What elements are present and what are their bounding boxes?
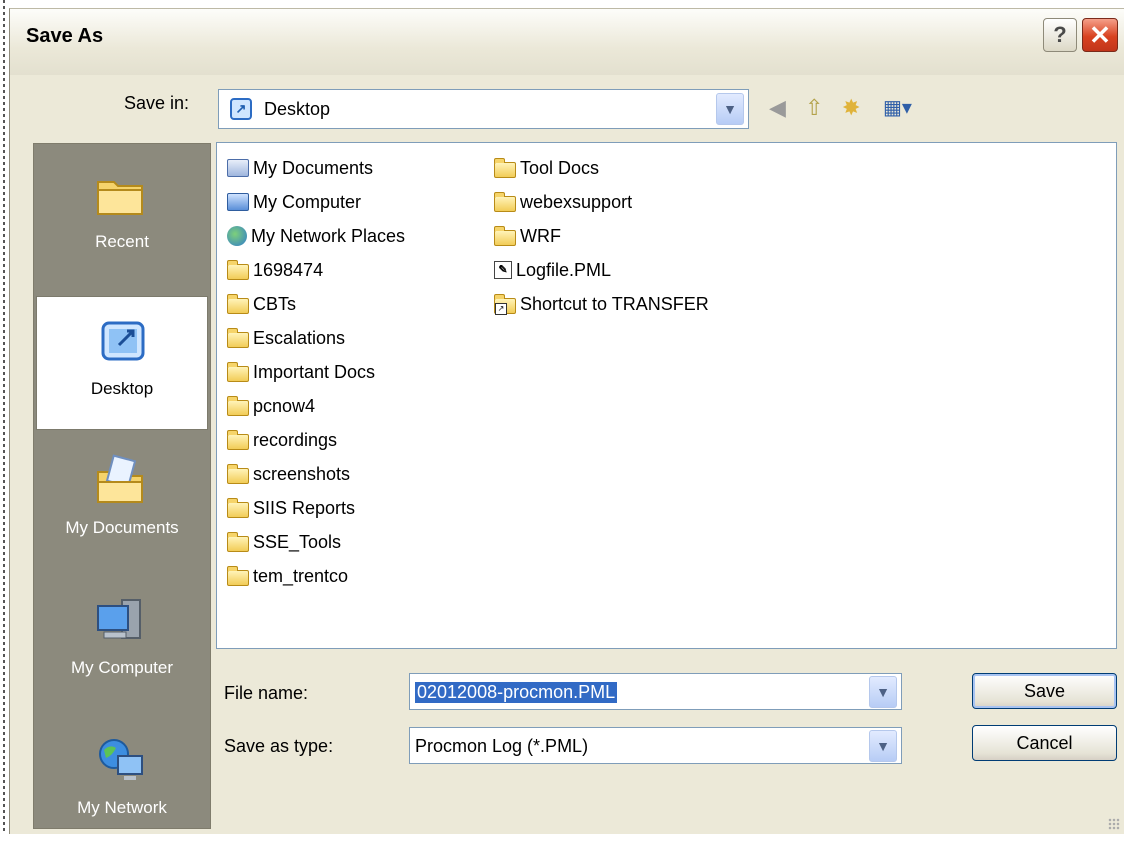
recent-folder-icon — [97, 181, 143, 215]
folder-icon — [227, 395, 249, 416]
my-computer-icon — [97, 599, 141, 639]
file-name-combo[interactable]: 02012008-procmon.PML ▼ — [409, 673, 902, 710]
file-list-item[interactable]: ✎ Logfile.PML — [494, 253, 709, 287]
place-label: My Network — [77, 798, 167, 817]
my-network-icon — [99, 739, 143, 780]
file-list-item[interactable]: tem_trentco — [227, 559, 405, 593]
place-my-computer[interactable]: My Computer — [34, 576, 210, 710]
file-column-1: My Documents My Computer My Network Places… — [227, 151, 405, 593]
view-menu-icon[interactable]: ▦▾ — [883, 95, 912, 121]
file-name: tem_trentco — [253, 565, 349, 586]
file-list-item[interactable]: Shortcut to TRANSFER — [494, 287, 709, 321]
file-name-label: File name: — [224, 683, 309, 703]
file-list-item[interactable]: webexsupport — [494, 185, 709, 219]
dialog-title: Save As — [26, 25, 104, 47]
screen-edge-dots — [0, 0, 8, 834]
save-as-dialog: Save As ? ✕ Save in: ↗ Desktop ▼ ◀ ⇧ ✸ ▦… — [9, 8, 1124, 834]
file-list-item[interactable]: Tool Docs — [494, 151, 709, 185]
place-label: Desktop — [90, 379, 154, 398]
file-list-item[interactable]: WRF — [494, 219, 709, 253]
help-button[interactable]: ? — [1043, 18, 1077, 52]
place-my-network[interactable]: My Network — [34, 716, 210, 850]
folder-icon — [227, 259, 249, 280]
save-as-type-label: Save as type: — [224, 736, 334, 756]
resize-grip[interactable] — [1108, 818, 1120, 830]
file-list-item[interactable]: SIIS Reports — [227, 491, 405, 525]
file-name: My Documents — [253, 157, 374, 178]
file-name: webexsupport — [520, 191, 633, 212]
save-in-value: Desktop — [264, 99, 331, 119]
file-list-item[interactable]: My Network Places — [227, 219, 405, 253]
file-list-item[interactable]: recordings — [227, 423, 405, 457]
folder-icon — [227, 361, 249, 382]
file-name: Logfile.PML — [516, 259, 612, 280]
new-folder-icon[interactable]: ✸ — [842, 95, 860, 121]
file-list-item[interactable]: screenshots — [227, 457, 405, 491]
file-list[interactable]: My Documents My Computer My Network Places… — [216, 142, 1117, 649]
place-label: Recent — [95, 232, 149, 251]
folder-icon — [227, 327, 249, 348]
folder-icon — [494, 157, 516, 178]
chevron-down-icon[interactable]: ▼ — [869, 676, 897, 708]
file-name: pcnow4 — [253, 395, 316, 416]
file-name: recordings — [253, 429, 338, 450]
file-list-item[interactable]: Important Docs — [227, 355, 405, 389]
folder-icon — [227, 293, 249, 314]
file-name: CBTs — [253, 293, 297, 314]
places-bar: Recent Desktop My Documents My Computer … — [33, 143, 211, 829]
file-list-item[interactable]: My Computer — [227, 185, 405, 219]
chevron-down-icon[interactable]: ▼ — [869, 730, 897, 762]
file-list-item[interactable]: pcnow4 — [227, 389, 405, 423]
close-button[interactable]: ✕ — [1082, 18, 1118, 52]
file-name: Important Docs — [253, 361, 376, 382]
file-name: Escalations — [253, 327, 346, 348]
file-name: My Computer — [253, 191, 362, 212]
title-bar[interactable]: Save As ? ✕ — [10, 9, 1124, 75]
file-list-item[interactable]: My Documents — [227, 151, 405, 185]
desktop-icon: ↗ — [230, 98, 252, 120]
folder-icon — [494, 225, 516, 246]
folder-icon — [227, 429, 249, 450]
docs-icon — [227, 159, 249, 177]
folder-icon — [227, 497, 249, 518]
my-documents-icon — [97, 454, 143, 503]
log-icon: ✎ — [494, 261, 512, 279]
save-in-dropdown[interactable]: ↗ Desktop ▼ — [218, 89, 749, 129]
file-name: My Network Places — [251, 225, 406, 246]
folder-icon — [227, 565, 249, 586]
place-desktop[interactable]: Desktop — [36, 296, 208, 430]
place-label: My Computer — [70, 658, 174, 677]
folder-icon — [227, 463, 249, 484]
place-recent[interactable]: Recent — [34, 150, 210, 284]
comp-icon — [227, 193, 249, 211]
file-name: screenshots — [253, 463, 351, 484]
save-as-type-value: Procmon Log (*.PML) — [415, 736, 589, 756]
net-icon — [227, 226, 247, 246]
file-list-item[interactable]: 1698474 — [227, 253, 405, 287]
save-in-label: Save in: — [124, 93, 190, 113]
file-list-item[interactable]: SSE_Tools — [227, 525, 405, 559]
cancel-button[interactable]: Cancel — [972, 725, 1117, 761]
file-name: SIIS Reports — [253, 497, 356, 518]
file-column-2: Tool Docs webexsupport WRF ✎Logfile.PML Shor… — [494, 151, 709, 321]
file-list-item[interactable]: Escalations — [227, 321, 405, 355]
desktop-icon — [101, 321, 145, 361]
back-icon[interactable]: ◀ — [769, 95, 786, 121]
file-name: Tool Docs — [520, 157, 600, 178]
place-label: My Documents — [65, 518, 179, 537]
folder-icon — [227, 531, 249, 552]
file-name: WRF — [520, 225, 561, 246]
file-name-input[interactable]: 02012008-procmon.PML — [415, 682, 618, 703]
folder-icon — [494, 191, 516, 212]
place-my-documents[interactable]: My Documents — [34, 436, 210, 570]
file-name: Shortcut to TRANSFER — [520, 293, 709, 314]
chevron-down-icon[interactable]: ▼ — [716, 93, 744, 125]
save-button[interactable]: Save — [972, 673, 1117, 709]
file-list-item[interactable]: CBTs — [227, 287, 405, 321]
folder-icon — [494, 293, 516, 315]
file-name: 1698474 — [253, 259, 324, 280]
save-as-type-dropdown[interactable]: Procmon Log (*.PML) ▼ — [409, 727, 902, 764]
up-folder-icon[interactable]: ⇧ — [805, 95, 823, 121]
file-name: SSE_Tools — [253, 531, 342, 552]
